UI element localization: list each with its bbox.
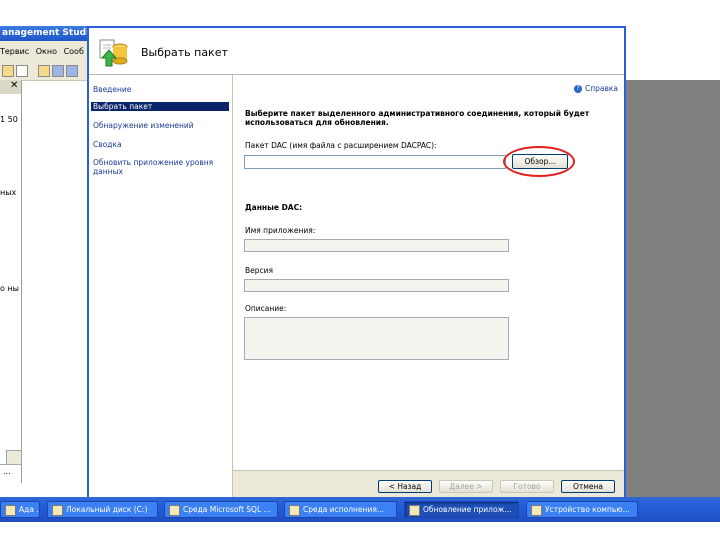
next-button[interactable]: Далее > — [439, 480, 493, 493]
save-icon[interactable] — [52, 65, 64, 77]
package-icon — [99, 39, 128, 67]
taskbar-item[interactable]: Ада ... — [0, 501, 40, 518]
taskbar-item[interactable]: Локальный диск (C:) — [47, 501, 158, 518]
panel-text-fragment: о ны — [0, 284, 19, 293]
back-button[interactable]: < Назад — [378, 480, 432, 493]
cancel-button[interactable]: Отмена — [561, 480, 615, 493]
object-explorer-panel: 1 50 ных о ны — [0, 80, 22, 483]
nav-item-upgrade[interactable]: Обновить приложение уровня данных — [93, 158, 227, 176]
package-icon — [409, 504, 420, 516]
window-icon — [5, 504, 16, 516]
panel-header: ✕ — [0, 80, 21, 94]
upgrade-dac-dialog: Выбрать пакет Введение Выбрать пакет Обн… — [87, 26, 626, 498]
open-folder-icon[interactable] — [38, 65, 50, 77]
windows-taskbar: Ада ... Локальный диск (C:) Среда Micros… — [0, 497, 720, 522]
taskbar-item[interactable]: Среда исполнения... — [284, 501, 397, 518]
taskbar-item-label: Среда Microsoft SQL ... — [183, 505, 271, 514]
wizard-footer: < Назад Далее > Готово Отмена — [233, 470, 624, 498]
nav-item-select-package[interactable]: Выбрать пакет — [91, 102, 229, 111]
panel-text-fragment: ных — [0, 188, 17, 197]
description-field — [244, 317, 509, 360]
finish-button[interactable]: Готово — [500, 480, 554, 493]
instruction-text: Выберите пакет выделенного административ… — [245, 109, 590, 127]
sql-server-icon — [169, 504, 180, 516]
new-file-icon[interactable] — [16, 65, 28, 77]
menu-item-community[interactable]: Сооб — [64, 47, 84, 56]
save-all-icon[interactable] — [66, 65, 78, 77]
taskbar-item-label: Устройство компью... — [545, 505, 630, 514]
background-toolbar — [0, 62, 88, 81]
computer-icon — [531, 504, 542, 516]
taskbar-item-active[interactable]: Обновление прилож... — [404, 501, 519, 518]
taskbar-item-label: Локальный диск (C:) — [66, 505, 148, 514]
app-name-field — [244, 239, 509, 252]
new-query-icon[interactable] — [2, 65, 14, 77]
taskbar-item[interactable]: Устройство компью... — [526, 501, 638, 518]
taskbar-item-label: Среда исполнения... — [303, 505, 385, 514]
nav-item-summary[interactable]: Сводка — [93, 140, 227, 149]
panel-text-fragment: 1 50 — [0, 115, 18, 124]
panel-status: ... — [0, 464, 21, 483]
menu-item-service[interactable]: Tервис — [0, 47, 29, 56]
version-field — [244, 279, 509, 292]
document-icon — [289, 504, 300, 516]
close-icon[interactable]: ✕ — [10, 80, 18, 91]
description-label: Описание: — [245, 304, 287, 313]
nav-item-detect-changes[interactable]: Обнаружение изменений — [93, 121, 227, 130]
dac-data-heading: Данные DAC: — [245, 203, 303, 212]
package-path-input[interactable] — [244, 155, 506, 169]
menu-item-window[interactable]: Окно — [36, 47, 57, 56]
dialog-header: Выбрать пакет — [89, 28, 624, 75]
red-highlight-annotation — [503, 146, 575, 177]
taskbar-item-label: Ада ... — [19, 505, 39, 514]
version-label: Версия — [245, 266, 274, 275]
taskbar-item-label: Обновление прилож... — [423, 505, 512, 514]
nav-item-introduction[interactable]: Введение — [93, 85, 227, 94]
status-text: ... — [3, 467, 11, 476]
background-area — [21, 80, 88, 497]
scroll-right-arrow[interactable] — [6, 450, 22, 465]
help-icon: ? — [573, 85, 582, 93]
dialog-title: Выбрать пакет — [141, 46, 228, 59]
background-workspace — [626, 80, 720, 497]
background-window-title: anagement Studio — [0, 26, 90, 41]
help-link[interactable]: ? Справка — [573, 84, 618, 93]
app-name-label: Имя приложения: — [245, 226, 316, 235]
taskbar-item[interactable]: Среда Microsoft SQL ... — [164, 501, 278, 518]
background-menubar: Tервис Окно Сооб — [0, 41, 88, 62]
help-label: Справка — [584, 84, 618, 93]
wizard-page-content: ? Справка Выберите пакет выделенного адми… — [233, 75, 624, 470]
package-label: Пакет DAC (имя файла с расширением DACPA… — [245, 141, 437, 150]
wizard-navigation: Введение Выбрать пакет Обнаружение измен… — [89, 75, 233, 497]
drive-icon — [52, 504, 63, 516]
